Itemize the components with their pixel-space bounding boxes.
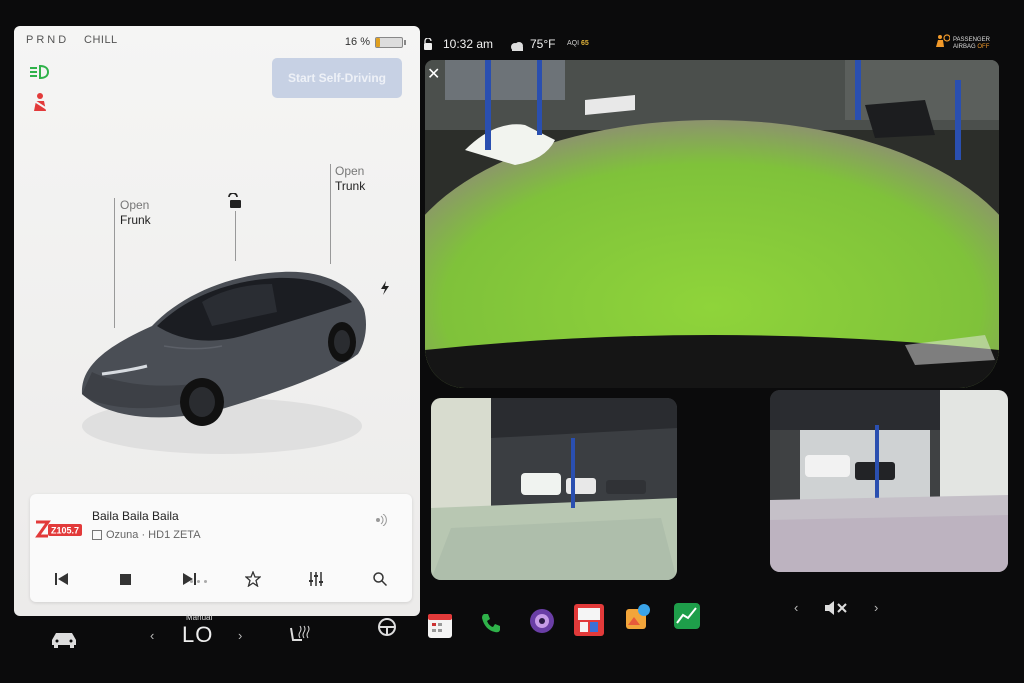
station-logo: Z105.7 <box>34 518 84 545</box>
climate-mode-label: Manual <box>186 613 213 622</box>
battery-cap <box>404 39 406 45</box>
rear-camera-view[interactable] <box>425 60 999 388</box>
airbag-line2: AIRBAG <box>953 43 976 50</box>
mute-volume-icon[interactable] <box>823 600 849 616</box>
battery-indicator: 16 % <box>345 36 406 48</box>
arcade-icon[interactable] <box>624 603 652 631</box>
volume-up-chevron-icon[interactable]: › <box>874 600 878 615</box>
weather-cloud-icon <box>509 38 525 56</box>
station-logo-text: Z105.7 <box>51 526 79 536</box>
clock-time: 10:32 am <box>443 37 494 51</box>
frunk-action-label: Open <box>120 198 150 212</box>
car-icon[interactable] <box>50 630 78 648</box>
battery-icon <box>375 36 403 48</box>
song-title: Baila Baila Baila <box>92 509 179 523</box>
temp-down-chevron-icon[interactable]: ‹ <box>150 628 154 643</box>
trunk-leader-line <box>330 164 331 264</box>
frunk-label: Frunk <box>120 213 151 227</box>
phone-icon[interactable] <box>480 612 502 634</box>
page-indicator <box>190 580 207 583</box>
volume-down-chevron-icon[interactable]: ‹ <box>794 600 798 615</box>
next-icon[interactable] <box>175 565 203 593</box>
calendar-icon[interactable] <box>428 612 452 638</box>
left-repeater-camera-view[interactable] <box>431 398 677 580</box>
seat-heater-icon[interactable] <box>288 624 310 646</box>
airbag-icon <box>934 34 951 53</box>
toybox-icon[interactable] <box>574 604 604 636</box>
open-trunk-button[interactable]: Open Trunk <box>335 164 365 194</box>
right-repeater-camera-view[interactable] <box>770 390 1008 572</box>
stop-icon[interactable] <box>111 565 139 593</box>
passenger-airbag-status: PASSENGER AIRBAG OFF <box>934 34 990 53</box>
equalizer-icon[interactable] <box>302 565 330 593</box>
media-controls <box>30 562 412 596</box>
search-icon[interactable] <box>366 565 394 593</box>
energy-icon[interactable] <box>674 603 700 629</box>
hd-radio-icon <box>92 530 102 541</box>
outside-temperature: 75°F <box>530 37 556 51</box>
lock-status-icon[interactable] <box>423 37 433 55</box>
trunk-label: Trunk <box>335 179 366 193</box>
favorite-star-icon[interactable] <box>239 565 267 593</box>
battery-percent: 16 % <box>344 36 370 48</box>
song-artist: Ozuna · HD1 ZETA <box>92 529 201 541</box>
climate-temperature[interactable]: LO <box>182 622 213 648</box>
open-frunk-button[interactable]: Open Frunk <box>120 198 151 228</box>
aqi-label: AQI <box>567 40 580 47</box>
unlock-icon[interactable] <box>226 192 242 214</box>
close-camera-icon[interactable]: ✕ <box>427 67 441 83</box>
airbag-line1: PASSENGER <box>953 36 990 43</box>
aqi-value: 65 <box>581 40 589 47</box>
camera-icon[interactable] <box>529 608 555 634</box>
media-player: Z105.7 Baila Baila Baila Ozuna · HD1 ZET… <box>30 494 412 602</box>
battery-fill <box>376 37 381 47</box>
headlights-icon[interactable] <box>28 64 52 85</box>
charge-port-bolt-icon[interactable] <box>380 281 390 300</box>
artist-line: Ozuna · HD1 ZETA <box>106 529 201 541</box>
drive-mode-label: CHILL <box>84 34 118 46</box>
gear-indicator: PRND <box>26 34 70 46</box>
radio-source-icon[interactable] <box>374 513 388 531</box>
seatbelt-warning-icon <box>30 92 50 117</box>
car-status-panel: PRND CHILL 16 % Start Self-Driving Open … <box>14 26 420 616</box>
previous-icon[interactable] <box>48 565 76 593</box>
air-quality-index: AQI 65 <box>567 40 589 47</box>
car-model-image <box>81 271 366 454</box>
airbag-state: OFF <box>977 43 990 50</box>
steering-wheel-heater-icon[interactable] <box>376 616 398 638</box>
trunk-action-label: Open <box>335 164 365 178</box>
start-self-driving-button[interactable]: Start Self-Driving <box>272 58 402 98</box>
temp-up-chevron-icon[interactable]: › <box>238 628 242 643</box>
